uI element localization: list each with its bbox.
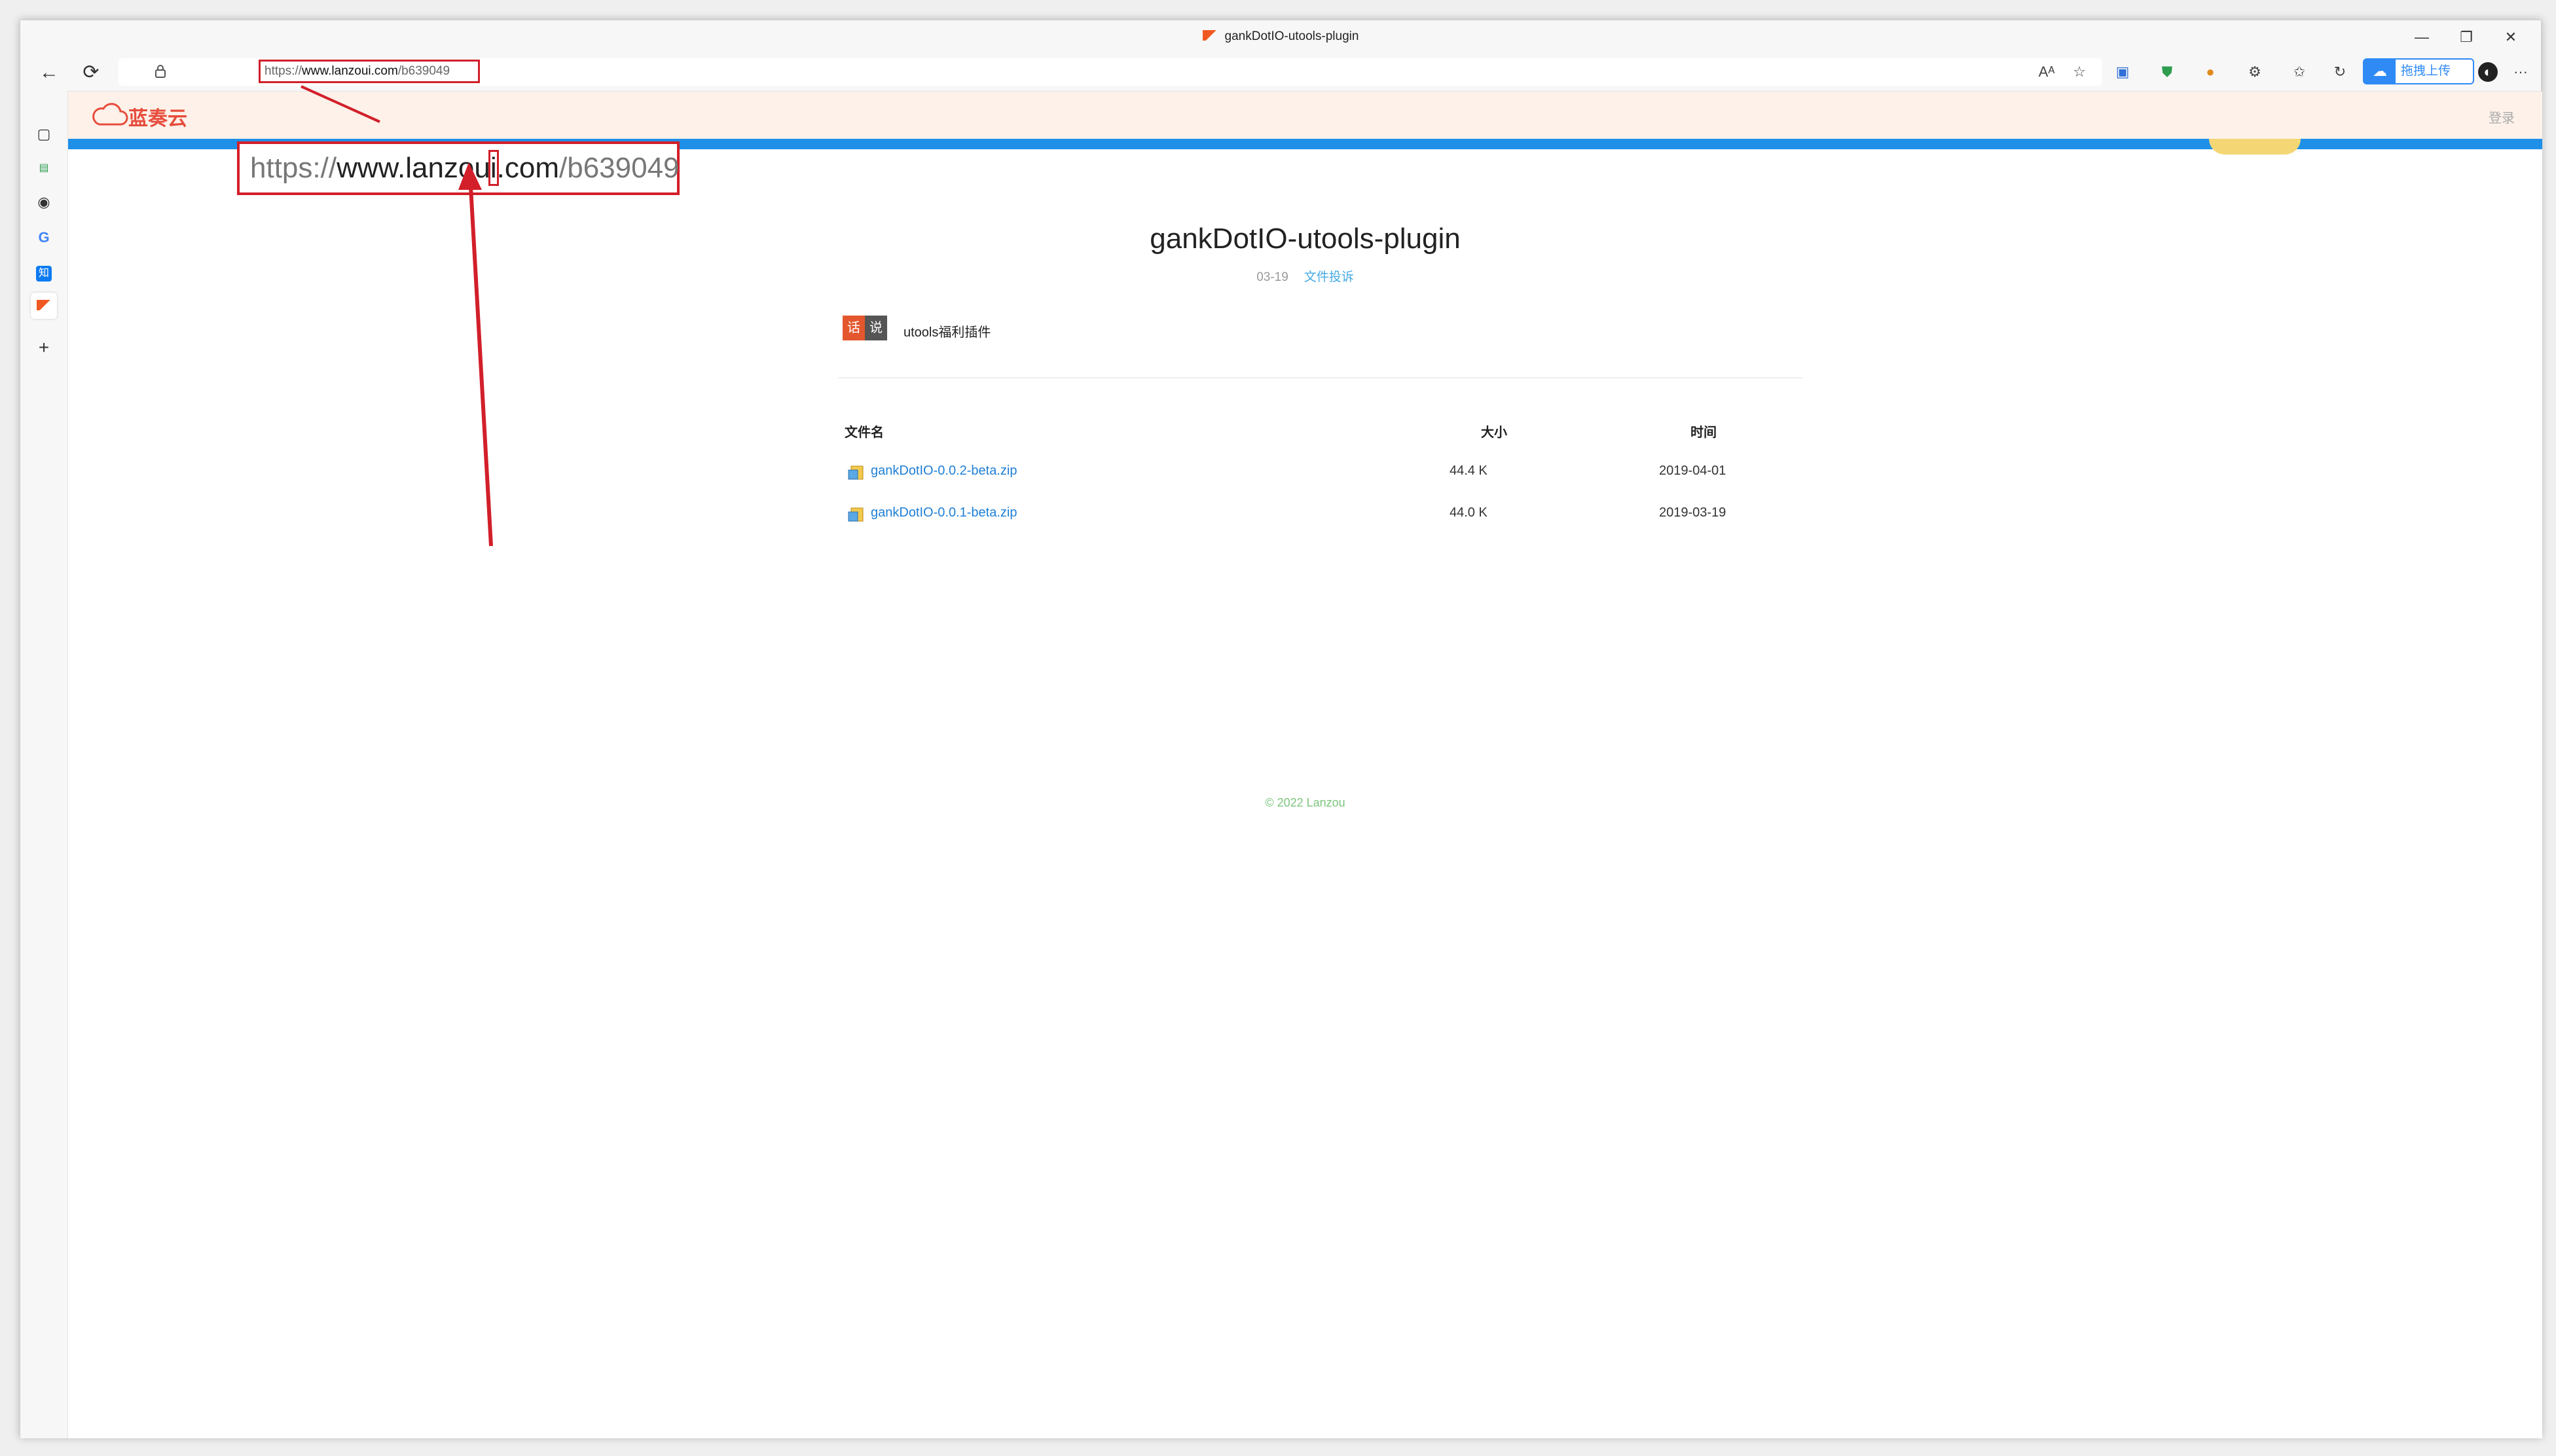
divider [838, 377, 1803, 378]
title-bar: gankDotIO-utools-plugin — ❐ ✕ [20, 20, 2541, 53]
column-header-time: 时间 [1690, 426, 1717, 440]
zip-file-icon [848, 507, 864, 522]
lock-icon [155, 65, 166, 78]
restore-button[interactable]: ❐ [2445, 24, 2487, 50]
address-bar[interactable]: https://www.lanzoui.com/b639049 Aᴬ ☆ [119, 58, 2102, 86]
add-icon[interactable]: + [31, 335, 57, 361]
page-footer: © 2022 Lanzou [1265, 796, 1345, 809]
app-icon-1[interactable]: ▤ [31, 155, 57, 181]
read-aloud-icon[interactable]: Aᴬ [2037, 62, 2056, 82]
file-name-link[interactable]: gankDotIO-0.0.2-beta.zip [871, 464, 1017, 479]
report-link[interactable]: 文件投诉 [1304, 270, 1354, 284]
site-header: 蓝奏云 登录 [68, 92, 2542, 139]
column-header-name: 文件名 [845, 426, 884, 440]
file-time: 2019-03-19 [1659, 505, 1726, 520]
minimize-button[interactable]: — [2401, 24, 2443, 50]
mascot-image [2209, 139, 2301, 155]
file-size: 44.0 K [1450, 505, 1488, 520]
cloud-logo-icon [92, 103, 128, 126]
collections-icon[interactable]: ↻ [2330, 62, 2350, 82]
lanzou-icon[interactable] [31, 293, 57, 319]
zoom-path: /b639049 [559, 152, 680, 184]
url-host: www.lanzoui.com [302, 64, 398, 78]
file-time: 2019-04-01 [1659, 464, 1726, 478]
upload-button[interactable]: ☁ 拖拽上传 [2363, 58, 2474, 84]
url-text[interactable]: https://www.lanzoui.com/b639049 [259, 60, 480, 83]
cloud-upload-icon: ☁ [2364, 60, 2396, 83]
zoom-host-before: www.lanzou [337, 152, 490, 184]
zip-file-icon [848, 465, 864, 480]
lanzou-favicon-icon [1202, 30, 1217, 41]
more-button[interactable]: ··· [2511, 62, 2530, 82]
site-logo-text: 蓝奏云 [128, 108, 187, 130]
url-path: /b639049 [397, 64, 450, 78]
shield-extension-icon[interactable]: ⛊ [2157, 62, 2177, 82]
tag-badge-left: 话 [843, 316, 865, 340]
url-zoom-annotation: https://www.lanzoui.com/b639049 [237, 141, 680, 195]
extensions-icon[interactable]: ⚙ [2245, 62, 2265, 82]
browser-toolbar: ← ⟳ https://www.lanzoui.com/b639049 Aᴬ ☆… [20, 53, 2541, 92]
upload-label: 拖拽上传 [2401, 64, 2451, 78]
translate-icon[interactable]: ▣ [2113, 62, 2132, 82]
folder-date: 03-19 [1256, 270, 1288, 284]
favorites-icon[interactable]: ✩ [2290, 62, 2309, 82]
folder-description: utools福利插件 [904, 325, 991, 340]
app-icon-2[interactable]: ◉ [31, 189, 57, 215]
google-icon[interactable]: G [31, 225, 57, 251]
column-header-size: 大小 [1481, 426, 1507, 440]
file-name-link[interactable]: gankDotIO-0.0.1-beta.zip [871, 505, 1017, 520]
window-title: gankDotIO-utools-plugin [20, 29, 2541, 44]
tabs-icon[interactable]: ▢ [31, 121, 57, 147]
reload-button[interactable]: ⟳ [78, 60, 104, 86]
zoom-scheme: https:// [250, 152, 337, 184]
folder-meta: 03-19 文件投诉 [68, 267, 2542, 285]
tag-badge: 话说 [843, 316, 887, 340]
favorite-star-icon[interactable]: ☆ [2070, 62, 2089, 82]
url-scheme: https:// [265, 64, 302, 78]
close-button[interactable]: ✕ [2490, 24, 2532, 50]
window-title-text: gankDotIO-utools-plugin [1224, 29, 1359, 43]
zoom-host-highlight: i [488, 150, 499, 186]
table-row[interactable]: gankDotIO-0.0.1-beta.zip 44.0 K 2019-03-… [847, 503, 1790, 545]
back-button[interactable]: ← [36, 60, 62, 86]
table-row[interactable]: gankDotIO-0.0.2-beta.zip 44.4 K 2019-04-… [847, 461, 1790, 503]
page-content: 蓝奏云 登录 gankDotIO-utools-plugin 03-19 文件投诉… [68, 92, 2542, 1438]
browser-sidebar: ▢ ▤ ◉ G 知 + [20, 91, 68, 1438]
tag-badge-right: 说 [865, 316, 887, 340]
browser-window: gankDotIO-utools-plugin — ❐ ✕ ← ⟳ https:… [20, 20, 2542, 1438]
file-size: 44.4 K [1450, 464, 1488, 478]
zoom-host-after: .com [496, 152, 559, 184]
cookie-icon[interactable]: ● [2200, 62, 2220, 82]
page-title: gankDotIO-utools-plugin [1150, 223, 1461, 255]
zhihu-icon[interactable]: 知 [31, 259, 57, 285]
login-link[interactable]: 登录 [2489, 107, 2515, 126]
profile-avatar-icon[interactable]: ◐ [2478, 62, 2498, 82]
